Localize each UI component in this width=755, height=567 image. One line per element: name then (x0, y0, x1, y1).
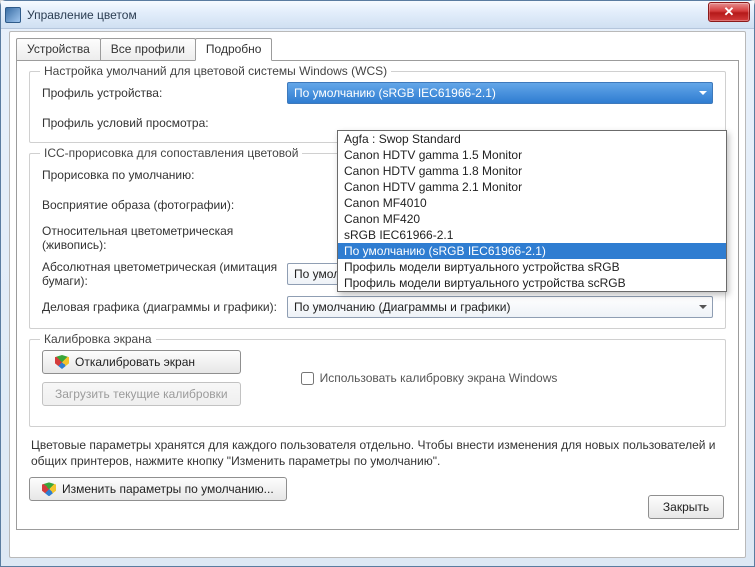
footer-text: Цветовые параметры хранятся для каждого … (31, 437, 724, 469)
dropdown-device-profile[interactable]: По умолчанию (sRGB IEC61966-2.1) (287, 82, 713, 104)
option-canon-hdtv-18[interactable]: Canon HDTV gamma 1.8 Monitor (338, 163, 726, 179)
dropdown-business[interactable]: По умолчанию (Диаграммы и графики) (287, 296, 713, 318)
label-absolute: Абсолютная цветометрическая (имитация бу… (42, 260, 287, 288)
shield-icon (55, 355, 69, 369)
shield-icon (42, 482, 56, 496)
dropdown-device-profile-value: По умолчанию (sRGB IEC61966-2.1) (294, 86, 496, 100)
label-default-render: Прорисовка по умолчанию: (42, 168, 287, 182)
dialog-body: Устройства Все профили Подробно Настройк… (9, 31, 746, 558)
label-relative: Относительная цветометрическая (живопись… (42, 224, 287, 252)
group-calibration-legend: Калибровка экрана (40, 332, 156, 346)
use-windows-calibration-checkbox[interactable]: Использовать калибровку экрана Windows (301, 371, 558, 385)
group-wcs-legend: Настройка умолчаний для цветовой системы… (40, 64, 391, 78)
app-icon (5, 7, 21, 23)
option-default-srgb[interactable]: По умолчанию (sRGB IEC61966-2.1) (338, 243, 726, 259)
dropdown-business-value: По умолчанию (Диаграммы и графики) (294, 300, 510, 314)
window-close-button[interactable]: ✕ (708, 2, 750, 22)
option-canon-mf4010[interactable]: Canon MF4010 (338, 195, 726, 211)
tab-devices[interactable]: Устройства (16, 38, 101, 61)
dropdown-device-profile-list[interactable]: Agfa : Swop Standard Canon HDTV gamma 1.… (337, 130, 727, 292)
calibrate-button[interactable]: Откалибровать экран (42, 350, 241, 374)
titlebar: Управление цветом ✕ (1, 1, 754, 29)
option-canon-mf420[interactable]: Canon MF420 (338, 211, 726, 227)
window-title: Управление цветом (27, 8, 137, 22)
tab-all-profiles[interactable]: Все профили (100, 38, 196, 61)
window: Управление цветом ✕ Устройства Все профи… (0, 0, 755, 567)
tab-row: Устройства Все профили Подробно (16, 38, 739, 61)
chevron-down-icon (694, 299, 710, 315)
option-canon-hdtv-15[interactable]: Canon HDTV gamma 1.5 Monitor (338, 147, 726, 163)
group-calibration: Калибровка экрана Откалибровать экран За… (29, 339, 726, 427)
tab-advanced[interactable]: Подробно (195, 38, 273, 61)
option-srgb[interactable]: sRGB IEC61966-2.1 (338, 227, 726, 243)
calibrate-button-label: Откалибровать экран (75, 355, 195, 369)
group-icc-legend: ICC-прорисовка для сопоставления цветово… (40, 146, 302, 160)
chevron-down-icon (694, 85, 710, 101)
label-business: Деловая графика (диаграммы и графики): (42, 300, 287, 314)
use-windows-calibration-input[interactable] (301, 372, 314, 385)
label-device-profile: Профиль устройства: (42, 86, 287, 100)
change-defaults-button[interactable]: Изменить параметры по умолчанию... (29, 477, 287, 501)
label-perceptual: Восприятие образа (фотографии): (42, 198, 287, 212)
load-calibrations-button[interactable]: Загрузить текущие калибровки (42, 382, 241, 406)
label-view-conditions: Профиль условий просмотра: (42, 116, 287, 130)
option-virtual-srgb[interactable]: Профиль модели виртуального устройства s… (338, 259, 726, 275)
group-wcs: Настройка умолчаний для цветовой системы… (29, 71, 726, 143)
option-virtual-scrgb[interactable]: Профиль модели виртуального устройства s… (338, 275, 726, 291)
tab-panel-advanced: Настройка умолчаний для цветовой системы… (16, 60, 739, 530)
close-button-label: Закрыть (663, 500, 709, 514)
use-windows-calibration-label: Использовать калибровку экрана Windows (320, 371, 558, 385)
load-calibrations-button-label: Загрузить текущие калибровки (55, 387, 228, 401)
change-defaults-button-label: Изменить параметры по умолчанию... (62, 482, 274, 496)
close-button[interactable]: Закрыть (648, 495, 724, 519)
option-canon-hdtv-21[interactable]: Canon HDTV gamma 2.1 Monitor (338, 179, 726, 195)
option-agfa-swop[interactable]: Agfa : Swop Standard (338, 131, 726, 147)
